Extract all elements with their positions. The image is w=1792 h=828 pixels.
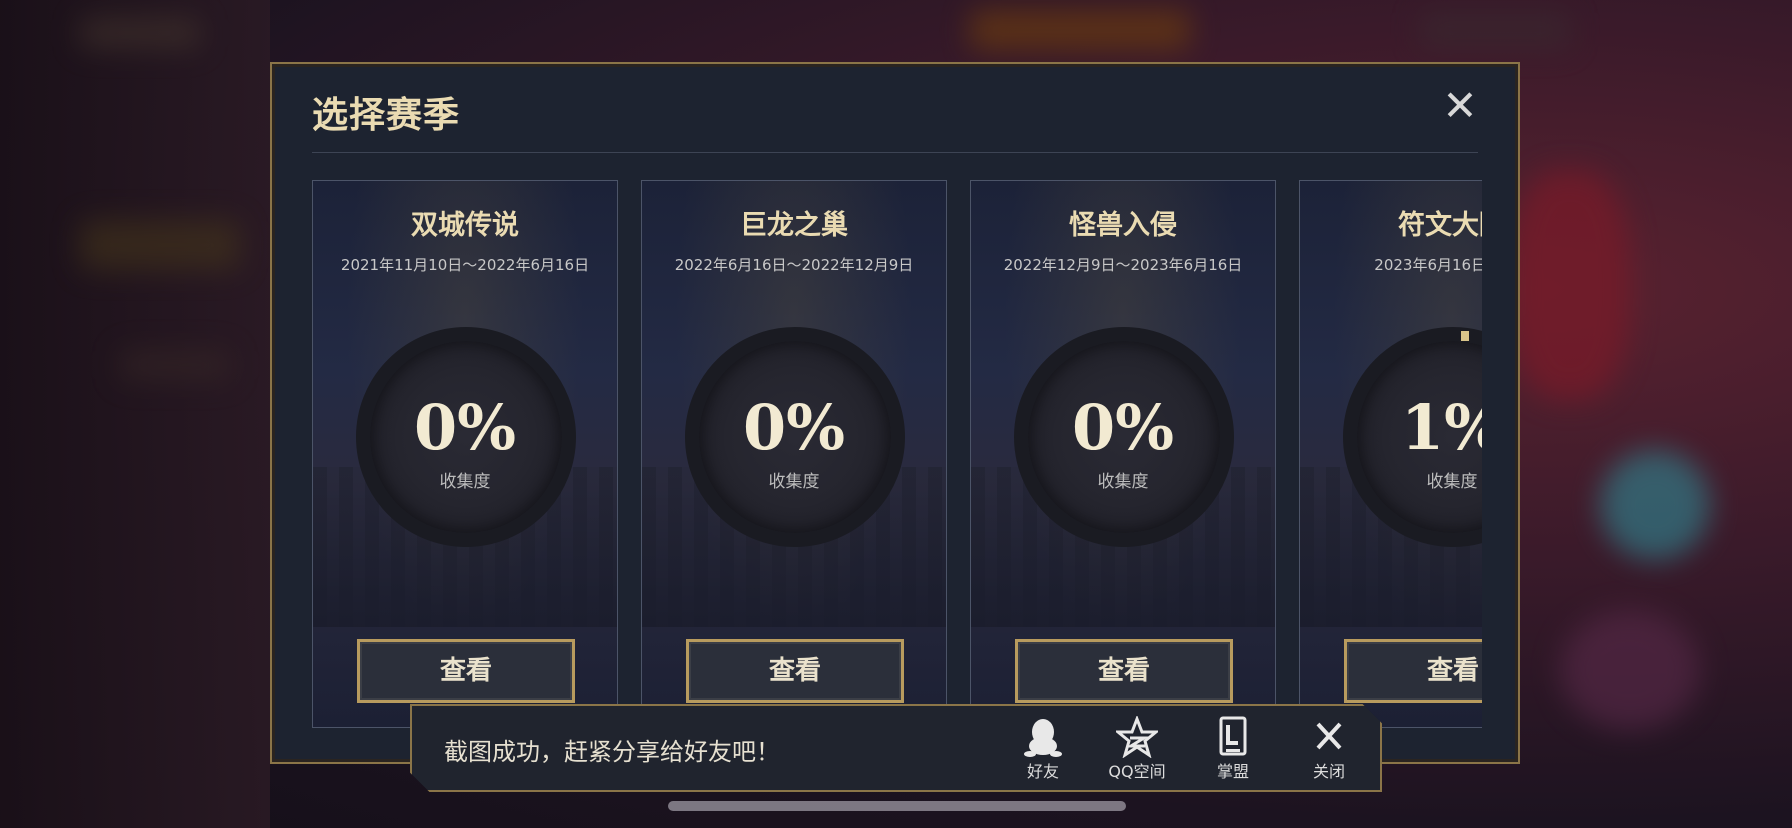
background-blur	[1560, 610, 1700, 730]
view-button[interactable]: 查看	[357, 639, 575, 703]
share-item-label: 掌盟	[1216, 762, 1249, 781]
background-left-menu	[0, 0, 270, 828]
background-blur	[120, 350, 230, 380]
share-item-label: QQ空间	[1108, 762, 1166, 781]
divider	[312, 152, 1478, 153]
season-name: 符文大陆	[1398, 210, 1482, 241]
collection-percent: 0%	[413, 391, 517, 464]
share-qzone-button[interactable]: QQ空间	[1102, 716, 1172, 788]
qq-penguin-icon	[1024, 719, 1062, 757]
background-blur	[1420, 12, 1570, 48]
season-card[interactable]: 双城传说 2021年11月10日～2022年6月16日 0% 收集度 查看	[312, 180, 618, 728]
collection-label: 收集度	[1097, 472, 1149, 492]
share-close-button[interactable]: 关闭	[1294, 716, 1364, 788]
season-dates: 2023年6月16日～202	[1374, 256, 1482, 274]
background-blur	[1600, 450, 1710, 560]
share-item-label: 关闭	[1312, 762, 1345, 781]
season-card[interactable]: 怪兽入侵 2022年12月9日～2023年6月16日 0% 收集度 查看	[970, 180, 1276, 728]
qzone-star-icon	[1116, 716, 1158, 758]
season-card[interactable]: 符文大陆 2023年6月16日～202 1% 收集度 查看	[1299, 180, 1482, 728]
season-name: 怪兽入侵	[1069, 210, 1177, 241]
season-name: 巨龙之巢	[740, 210, 848, 241]
background-blur	[970, 10, 1190, 50]
season-dates: 2022年12月9日～2023年6月16日	[1003, 256, 1243, 274]
view-button[interactable]: 查看	[686, 639, 904, 703]
season-name: 双城传说	[411, 210, 519, 241]
season-dates: 2021年11月10日～2022年6月16日	[340, 256, 590, 274]
season-card[interactable]: 巨龙之巢 2022年6月16日～2022年12月9日 0% 收集度 查看	[641, 180, 947, 728]
background-blur	[80, 18, 200, 48]
share-qq-friend-button[interactable]: 好友	[1008, 716, 1078, 788]
background-blur	[80, 220, 240, 270]
collection-percent: 0%	[742, 391, 846, 464]
collection-percent: 1%	[1400, 391, 1482, 464]
zhangmeng-icon	[1219, 716, 1247, 756]
season-cards-carousel[interactable]: 双城传说 2021年11月10日～2022年6月16日 0% 收集度 查看 巨龙…	[312, 180, 1482, 796]
share-message: 截图成功，赶紧分享给好友吧！	[444, 738, 780, 766]
progress-marker	[1461, 331, 1469, 341]
season-dates: 2022年6月16日～2022年12月9日	[674, 256, 914, 274]
screenshot-share-bar: 截图成功，赶紧分享给好友吧！ 好友 QQ空间 掌盟 关闭	[410, 704, 1382, 792]
home-indicator[interactable]	[668, 801, 1126, 811]
background-blur	[1510, 170, 1630, 400]
select-season-dialog: 选择赛季 ✕ 双城传说 2021年11月10日～2022年6月16日 0% 收集…	[270, 62, 1520, 764]
close-icon[interactable]: ✕	[1440, 85, 1480, 127]
collection-label: 收集度	[439, 472, 491, 492]
view-button[interactable]: 查看	[1015, 639, 1233, 703]
close-icon	[1316, 722, 1342, 750]
collection-percent: 0%	[1071, 391, 1175, 464]
share-item-label: 好友	[1026, 762, 1059, 781]
view-button[interactable]: 查看	[1344, 639, 1482, 703]
collection-label: 收集度	[768, 472, 820, 492]
collection-label: 收集度	[1426, 472, 1478, 492]
share-zhangmeng-button[interactable]: 掌盟	[1198, 716, 1268, 788]
dialog-title: 选择赛季	[312, 95, 461, 136]
